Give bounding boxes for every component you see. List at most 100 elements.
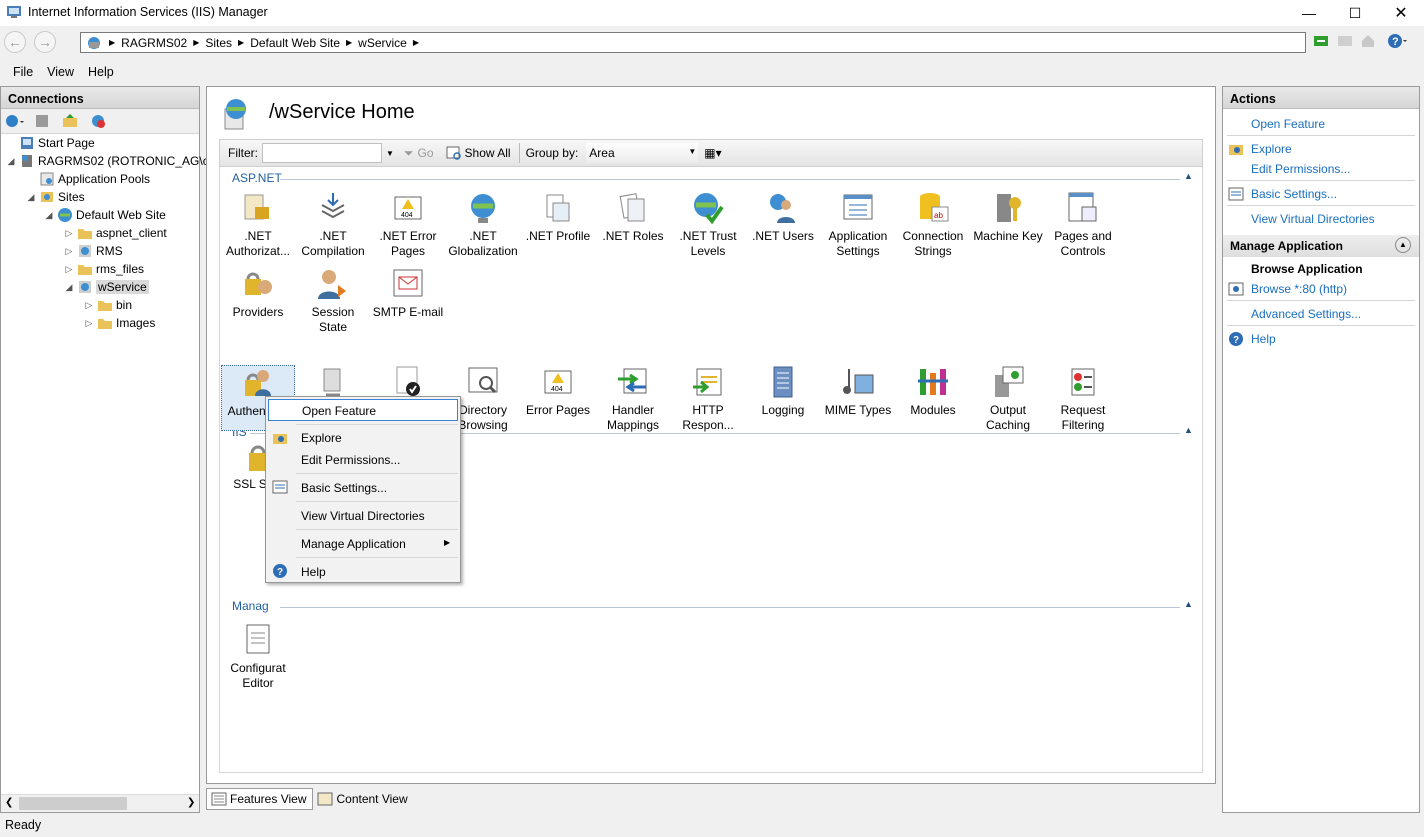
home-icon[interactable] <box>1360 33 1376 49</box>
action-browse-80[interactable]: Browse *:80 (http) <box>1251 282 1347 296</box>
stop-icon[interactable] <box>1337 33 1353 49</box>
feature-net-profile[interactable]: .NET Profile <box>521 191 595 244</box>
feature-http-response-headers[interactable]: HTTP Respon... <box>671 365 745 433</box>
expand-icon[interactable]: ▷ <box>63 264 75 275</box>
ctx-manage-application[interactable]: Manage Application ▶ <box>268 533 458 555</box>
crumb-sites[interactable]: Sites <box>205 36 232 50</box>
feature-smtp-email[interactable]: SMTP E-mail <box>371 267 445 320</box>
tree-node-start-page[interactable]: Start Page <box>5 134 95 152</box>
feature-configuration-editor[interactable]: Configurat Editor <box>221 623 295 691</box>
request-filtering-icon <box>1071 368 1095 396</box>
tree-node-rms-files[interactable]: ▷ rms_files <box>63 260 144 278</box>
ctx-explore[interactable]: Explore <box>268 427 458 449</box>
menu-view[interactable]: View <box>40 65 81 79</box>
feature-net-trust-levels[interactable]: .NET Trust Levels <box>671 191 745 259</box>
collapse-icon[interactable]: ◢ <box>5 156 17 167</box>
tree-node-bin[interactable]: ▷ bin <box>83 296 132 314</box>
collapse-icon[interactable]: ◢ <box>63 282 75 293</box>
feature-net-authorization[interactable]: .NET Authorizat... <box>221 191 295 259</box>
minimize-button[interactable]: — <box>1286 0 1332 26</box>
expand-icon[interactable]: ▷ <box>83 300 95 311</box>
features-view-icon <box>211 792 227 806</box>
expand-icon[interactable]: ▷ <box>63 246 75 257</box>
manage-application-header[interactable]: Manage Application ▲ <box>1223 235 1419 257</box>
feature-request-filtering[interactable]: Request Filtering <box>1046 365 1120 433</box>
collapse-icon[interactable]: ▲ <box>1395 237 1411 253</box>
tree-node-aspnet-client[interactable]: ▷ aspnet_client <box>63 224 167 242</box>
feature-modules[interactable]: Modules <box>896 365 970 418</box>
ctx-basic-settings[interactable]: Basic Settings... <box>268 477 458 499</box>
maximize-button[interactable]: ☐ <box>1332 0 1378 26</box>
feature-machine-key[interactable]: Machine Key <box>971 191 1045 244</box>
action-help[interactable]: Help <box>1251 332 1276 346</box>
feature-net-globalization[interactable]: .NET Globalization <box>446 191 520 259</box>
action-advanced-settings[interactable]: Advanced Settings... <box>1251 307 1361 321</box>
expand-icon[interactable]: ▷ <box>63 228 75 239</box>
tree-node-sites[interactable]: ◢ Sites <box>25 188 85 206</box>
feature-net-error-pages[interactable]: 404 .NET Error Pages <box>371 191 445 259</box>
close-button[interactable]: ✕ <box>1378 0 1424 26</box>
feature-session-state[interactable]: Session State <box>296 267 370 335</box>
go-button[interactable]: Go <box>418 146 434 160</box>
tree-node-server[interactable]: ◢ RAGRMS02 (ROTRONIC_AG\c <box>5 152 209 170</box>
up-folder-icon[interactable] <box>62 113 78 129</box>
feature-connection-strings[interactable]: ab Connection Strings <box>896 191 970 259</box>
feature-net-compilation[interactable]: .NET Compilation <box>296 191 370 259</box>
feature-logging[interactable]: Logging <box>746 365 820 418</box>
show-all-icon <box>446 146 461 160</box>
collapse-icon[interactable]: ◢ <box>43 210 55 221</box>
scroll-right-icon[interactable]: ❯ <box>187 797 195 808</box>
action-open-feature[interactable]: Open Feature <box>1251 117 1325 131</box>
collapse-group-icon[interactable]: ▲ <box>1184 171 1193 181</box>
feature-net-roles[interactable]: .NET Roles <box>596 191 670 244</box>
feature-handler-mappings[interactable]: Handler Mappings <box>596 365 670 433</box>
scroll-left-icon[interactable]: ❮ <box>5 797 13 808</box>
view-mode-icon[interactable]: ▦▾ <box>704 146 721 160</box>
connect-icon[interactable] <box>5 113 25 129</box>
refresh-icon[interactable] <box>1313 33 1329 49</box>
tree-node-default-web-site[interactable]: ◢ Default Web Site <box>43 206 166 224</box>
ctx-open-feature[interactable]: Open Feature <box>268 399 458 421</box>
save-icon[interactable] <box>34 113 50 129</box>
feature-mime-types[interactable]: MIME Types <box>821 365 895 418</box>
tree-node-rms[interactable]: ▷ RMS <box>63 242 123 260</box>
collapse-icon[interactable]: ◢ <box>25 192 37 203</box>
collapse-group-icon[interactable]: ▲ <box>1184 425 1193 435</box>
menu-file[interactable]: File <box>6 65 40 79</box>
back-button[interactable]: ← <box>4 31 26 53</box>
help-icon[interactable]: ? <box>1387 33 1409 49</box>
collapse-group-icon[interactable]: ▲ <box>1184 599 1193 609</box>
feature-providers[interactable]: Providers <box>221 267 295 320</box>
feature-net-users[interactable]: .NET Users <box>746 191 820 244</box>
horizontal-scrollbar[interactable]: ❮ ❯ <box>1 794 199 812</box>
ctx-edit-permissions[interactable]: Edit Permissions... <box>268 449 458 471</box>
action-view-virtual-directories[interactable]: View Virtual Directories <box>1251 212 1375 226</box>
menu-help[interactable]: Help <box>81 65 121 79</box>
feature-application-settings[interactable]: Application Settings <box>821 191 895 259</box>
crumb-wservice[interactable]: wService <box>358 36 407 50</box>
action-edit-permissions[interactable]: Edit Permissions... <box>1251 162 1350 176</box>
crumb-server[interactable]: RAGRMS02 <box>121 36 187 50</box>
tree-node-app-pools[interactable]: Application Pools <box>25 170 150 188</box>
ctx-help[interactable]: Help <box>268 561 458 583</box>
filter-dropdown-icon[interactable]: ▼ <box>386 149 394 158</box>
tree-node-wservice[interactable]: ◢ wService <box>63 278 149 296</box>
scrollbar-thumb[interactable] <box>19 797 127 810</box>
expand-icon[interactable]: ▷ <box>83 318 95 329</box>
show-all-button[interactable]: Show All <box>465 146 511 160</box>
disconnect-icon[interactable] <box>90 113 106 129</box>
action-basic-settings[interactable]: Basic Settings... <box>1251 187 1337 201</box>
tree-node-images[interactable]: ▷ Images <box>83 314 156 332</box>
tab-features-view[interactable]: Features View <box>206 788 314 810</box>
tab-content-view[interactable]: Content View <box>313 788 413 810</box>
ctx-view-virtual-directories[interactable]: View Virtual Directories <box>268 505 458 527</box>
action-explore[interactable]: Explore <box>1251 142 1292 156</box>
feature-output-caching[interactable]: Output Caching <box>971 365 1045 433</box>
forward-button[interactable]: → <box>34 31 56 53</box>
address-breadcrumb[interactable]: ▶ RAGRMS02 ▶ Sites ▶ Default Web Site ▶ … <box>80 32 1306 53</box>
crumb-default-web-site[interactable]: Default Web Site <box>250 36 340 50</box>
feature-error-pages[interactable]: 404 Error Pages <box>521 365 595 418</box>
feature-pages-and-controls[interactable]: Pages and Controls <box>1046 191 1120 259</box>
filter-input[interactable] <box>262 143 382 163</box>
group-by-select[interactable]: Area ▼ <box>586 143 699 163</box>
